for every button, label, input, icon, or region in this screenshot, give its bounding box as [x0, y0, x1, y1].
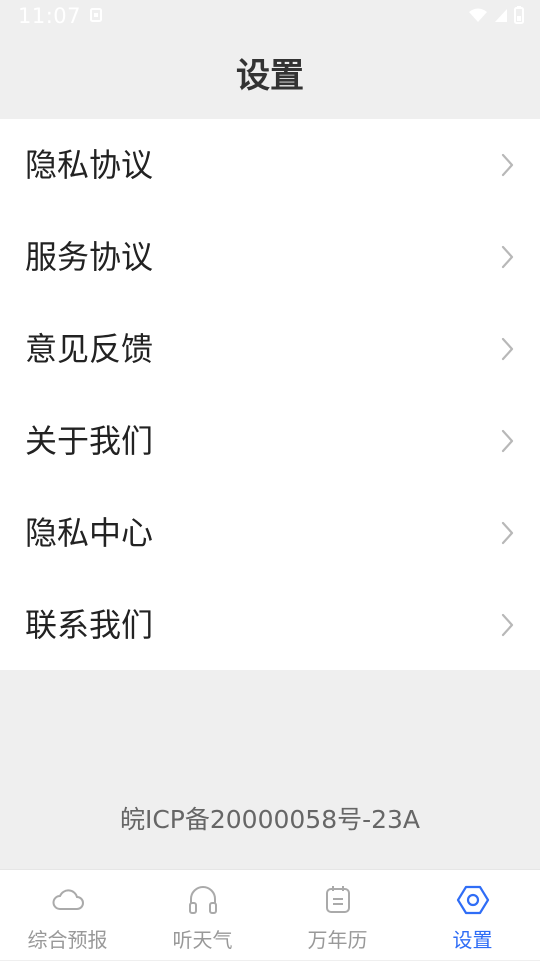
tab-settings[interactable]: 设置	[405, 870, 540, 961]
bottom-tab-bar: 综合预报 听天气 万年历 设置	[0, 869, 540, 960]
chevron-right-icon	[501, 153, 514, 177]
chevron-right-icon	[501, 521, 514, 545]
menu-item-label: 关于我们	[25, 422, 154, 460]
menu-item-feedback[interactable]: 意见反馈	[0, 303, 540, 395]
header: 设置	[0, 34, 540, 119]
headphones-icon	[188, 886, 217, 914]
tab-label: 综合预报	[27, 928, 108, 952]
settings-hexagon-icon	[456, 885, 489, 915]
signal-icon	[495, 9, 507, 22]
tab-label: 万年历	[307, 928, 368, 952]
tab-label: 设置	[452, 928, 493, 952]
wifi-icon	[469, 8, 487, 22]
menu-item-privacy-agreement[interactable]: 隐私协议	[0, 119, 540, 211]
battery-icon	[514, 6, 524, 24]
tab-listen-weather[interactable]: 听天气	[135, 870, 270, 961]
chevron-right-icon	[501, 245, 514, 269]
tab-calendar[interactable]: 万年历	[270, 870, 405, 961]
cloud-icon	[52, 889, 84, 910]
status-bar: 11:07	[0, 0, 540, 34]
icp-record-text[interactable]: 皖ICP备20000058号-23A	[0, 800, 540, 836]
menu-item-about-us[interactable]: 关于我们	[0, 395, 540, 487]
menu-item-service-agreement[interactable]: 服务协议	[0, 211, 540, 303]
page-title: 设置	[236, 56, 304, 96]
menu-item-privacy-center[interactable]: 隐私中心	[0, 487, 540, 579]
chevron-right-icon	[501, 429, 514, 453]
menu-item-label: 联系我们	[25, 606, 154, 644]
menu-item-label: 服务协议	[25, 238, 154, 276]
menu-item-contact-us[interactable]: 联系我们	[0, 579, 540, 671]
settings-menu: 隐私协议 服务协议 意见反馈 关于我们 隐私中心 联系我们	[0, 119, 540, 670]
menu-item-label: 隐私协议	[25, 146, 154, 184]
status-icons	[468, 6, 524, 24]
notification-icon	[90, 8, 102, 22]
chevron-right-icon	[501, 613, 514, 637]
tab-label: 听天气	[172, 928, 233, 952]
menu-item-label: 意见反馈	[25, 330, 154, 368]
menu-item-label: 隐私中心	[25, 514, 154, 552]
tab-forecast[interactable]: 综合预报	[0, 870, 135, 961]
status-time: 11:07	[18, 4, 82, 28]
chevron-right-icon	[501, 337, 514, 361]
calendar-icon	[325, 886, 350, 913]
